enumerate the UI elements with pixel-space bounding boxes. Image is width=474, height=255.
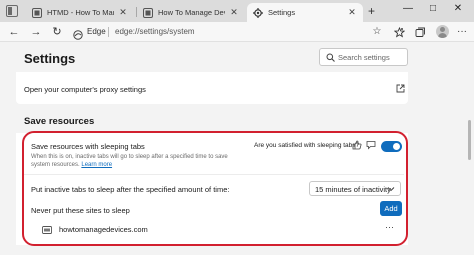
tab-title: HTMD - How To Manage Device <box>47 8 114 17</box>
divider <box>24 174 404 175</box>
excluded-site-name: howtomanagedevices.com <box>59 225 148 234</box>
close-icon[interactable]: ✕ <box>229 7 239 18</box>
minimize-button[interactable]: — <box>398 3 418 14</box>
favorites-icon[interactable] <box>392 25 406 39</box>
more-menu-icon[interactable]: ··· <box>455 25 469 39</box>
sleeping-tabs-description: When this is on, inactive tabs will go t… <box>31 154 247 169</box>
browser-brand-label: Edge <box>87 27 106 36</box>
edge-logo-icon <box>73 27 83 40</box>
close-icon[interactable]: ✕ <box>347 7 357 18</box>
external-link-icon[interactable] <box>396 84 405 93</box>
tab-actions-icon[interactable] <box>6 5 18 17</box>
sleeping-tabs-toggle[interactable] <box>381 141 402 152</box>
site-favicon-icon <box>42 226 52 234</box>
new-tab-button[interactable]: + <box>368 4 375 18</box>
site-more-options-button[interactable]: ··· <box>385 222 394 232</box>
inactive-timer-select[interactable]: 15 minutes of inactivity <box>309 181 401 196</box>
back-arrow-icon[interactable]: ← <box>7 25 21 39</box>
tab-strip: HTMD - How To Manage Device ✕ How To Man… <box>0 0 474 22</box>
inactive-timer-label: Put inactive tabs to sleep after the spe… <box>31 185 230 194</box>
close-icon[interactable]: ✕ <box>118 7 128 18</box>
refresh-icon[interactable]: ↻ <box>50 25 64 39</box>
learn-more-link[interactable]: Learn more <box>81 162 112 168</box>
thumbs-up-icon[interactable] <box>352 140 362 150</box>
search-settings[interactable] <box>319 48 408 66</box>
chevron-down-icon <box>387 187 395 192</box>
sleeping-tabs-title: Save resources with sleeping tabs <box>31 142 145 151</box>
forward-arrow-icon[interactable]: → <box>29 25 43 39</box>
maximize-button[interactable]: □ <box>423 3 443 14</box>
page-title: Settings <box>24 51 76 66</box>
address-bar-row: ← → ↻ Edge edge://settings/system ☆ ··· <box>0 22 474 42</box>
favorite-star-icon[interactable]: ☆ <box>370 25 384 39</box>
tab-how-to-manage[interactable]: How To Manage Devices Comm ✕ <box>137 3 245 22</box>
add-site-button[interactable]: Add <box>380 201 402 216</box>
scrollbar-thumb[interactable] <box>468 120 471 160</box>
tab-htmd[interactable]: HTMD - How To Manage Device ✕ <box>26 3 134 22</box>
address-bar[interactable]: edge://settings/system <box>115 27 195 36</box>
sleeping-tabs-description-text: When this is on, inactive tabs will go t… <box>31 154 228 168</box>
search-icon <box>326 53 335 62</box>
collections-icon[interactable] <box>413 25 427 39</box>
inactive-timer-value: 15 minutes of inactivity <box>315 185 391 194</box>
htmd-favicon-icon <box>143 7 153 18</box>
tab-title: How To Manage Devices Comm <box>158 8 225 17</box>
feedback-icon[interactable] <box>366 140 376 150</box>
close-window-button[interactable]: ✕ <box>448 3 468 14</box>
tab-settings[interactable]: Settings ✕ <box>247 3 363 22</box>
htmd-favicon-icon <box>32 7 42 18</box>
never-sleep-label: Never put these sites to sleep <box>31 206 130 215</box>
profile-avatar[interactable] <box>436 25 449 38</box>
search-input[interactable] <box>338 51 406 63</box>
feedback-prompt: Are you satisfied with sleeping tabs? <box>254 142 360 149</box>
proxy-settings-link[interactable]: Open your computer's proxy settings <box>24 85 146 94</box>
tab-title: Settings <box>268 8 296 17</box>
gear-icon <box>253 7 263 18</box>
divider <box>108 27 109 37</box>
section-title: Save resources <box>24 116 95 127</box>
